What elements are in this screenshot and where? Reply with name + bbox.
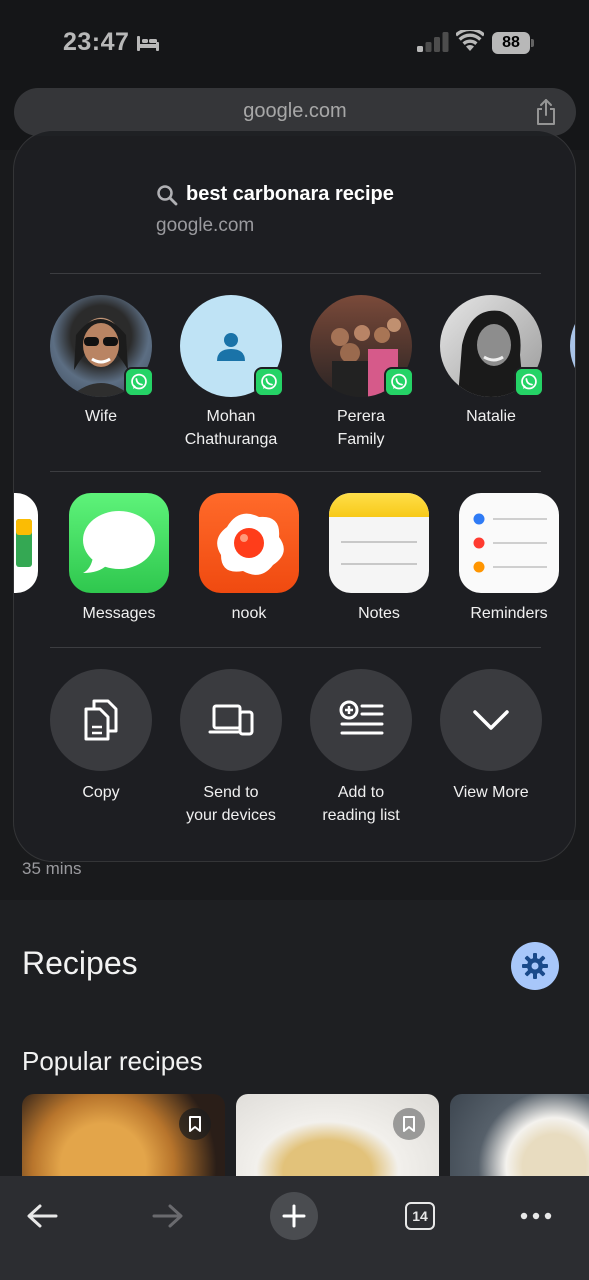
contact-perera-family[interactable]: Perera Family: [296, 295, 426, 451]
tab-count: 14: [405, 1202, 435, 1230]
chevron-down-icon: [473, 710, 509, 730]
more-menu-button[interactable]: [506, 1186, 566, 1246]
devices-icon: [208, 704, 254, 736]
app-label: Messages: [82, 605, 156, 622]
action-button: [440, 669, 542, 771]
reading-list-icon: [339, 700, 384, 735]
contact-mohan-chathuranga[interactable]: Mohan Chathuranga: [166, 295, 296, 451]
notes-icon: [329, 493, 429, 593]
share-sheet: best carbonara recipe google.com Wife Mo…: [13, 130, 576, 862]
recipe-duration: 35 mins: [22, 859, 82, 878]
whatsapp-icon: [124, 367, 154, 397]
app-partial-icon[interactable]: [14, 493, 38, 593]
avatar: [310, 295, 414, 397]
app-notes[interactable]: Notes: [314, 493, 444, 623]
search-icon: [157, 184, 178, 205]
plus-icon: [282, 1204, 306, 1228]
avatar: [180, 295, 284, 397]
app-messages[interactable]: Messages: [54, 493, 184, 623]
contact-wife[interactable]: Wife: [36, 295, 166, 428]
recipes-heading: Recipes: [22, 945, 138, 981]
action-label: View More: [453, 784, 529, 801]
gear-icon: [522, 953, 548, 979]
divider: [50, 273, 541, 274]
tab-switcher-button[interactable]: 14: [390, 1186, 450, 1246]
share-query: best carbonara recipe: [186, 183, 394, 205]
action-label: Add to reading list: [322, 784, 400, 824]
whatsapp-icon: [254, 367, 284, 397]
forward-arrow-icon: [152, 1204, 183, 1228]
contact-name: Natalie: [466, 408, 516, 425]
recipe-card[interactable]: [22, 1094, 225, 1184]
action-label: Copy: [82, 784, 120, 801]
settings-button[interactable]: [511, 942, 559, 990]
app-label: Reminders: [470, 605, 548, 622]
contact-partial[interactable]: [570, 295, 575, 397]
action-button: [310, 669, 412, 771]
back-arrow-icon: [27, 1204, 58, 1228]
action-button: [50, 669, 152, 771]
nook-icon: [199, 493, 299, 593]
share-domain: google.com: [156, 215, 255, 236]
action-view-more[interactable]: View More: [426, 669, 556, 804]
back-button[interactable]: [12, 1186, 72, 1246]
popular-recipes-heading: Popular recipes: [22, 1046, 203, 1076]
bookmark-icon[interactable]: [179, 1108, 211, 1140]
contact-name: Wife: [85, 408, 117, 425]
bookmark-icon[interactable]: [393, 1108, 425, 1140]
copy-icon: [84, 699, 118, 741]
whatsapp-icon: [514, 367, 544, 397]
action-copy[interactable]: Copy: [36, 669, 166, 804]
divider: [50, 647, 541, 648]
reminders-icon: [459, 493, 559, 593]
action-label: Send to your devices: [186, 784, 276, 824]
whatsapp-icon: [384, 367, 414, 397]
forward-button[interactable]: [138, 1186, 198, 1246]
contact-name: Perera Family: [336, 408, 386, 448]
action-send-to-devices[interactable]: Send to your devices: [166, 669, 296, 827]
avatar: [50, 295, 154, 397]
recipe-card[interactable]: [236, 1094, 439, 1184]
action-button: [180, 669, 282, 771]
contact-natalie[interactable]: Natalie: [426, 295, 556, 428]
new-tab-button[interactable]: [264, 1186, 324, 1246]
more-icon: [520, 1212, 552, 1220]
app-label: Notes: [358, 605, 400, 622]
divider: [50, 471, 541, 472]
person-icon: [217, 333, 245, 361]
app-label: nook: [231, 605, 267, 622]
app-reminders[interactable]: Reminders: [444, 493, 574, 623]
recipe-card[interactable]: [450, 1094, 589, 1184]
messages-icon: [69, 493, 169, 593]
share-title: best carbonara recipe: [156, 183, 394, 206]
contact-name: Mohan Chathuranga: [184, 408, 278, 448]
app-nook[interactable]: nook: [184, 493, 314, 623]
avatar: [440, 295, 544, 397]
bottom-toolbar: 14: [0, 1176, 589, 1280]
action-add-reading-list[interactable]: Add to reading list: [296, 669, 426, 827]
